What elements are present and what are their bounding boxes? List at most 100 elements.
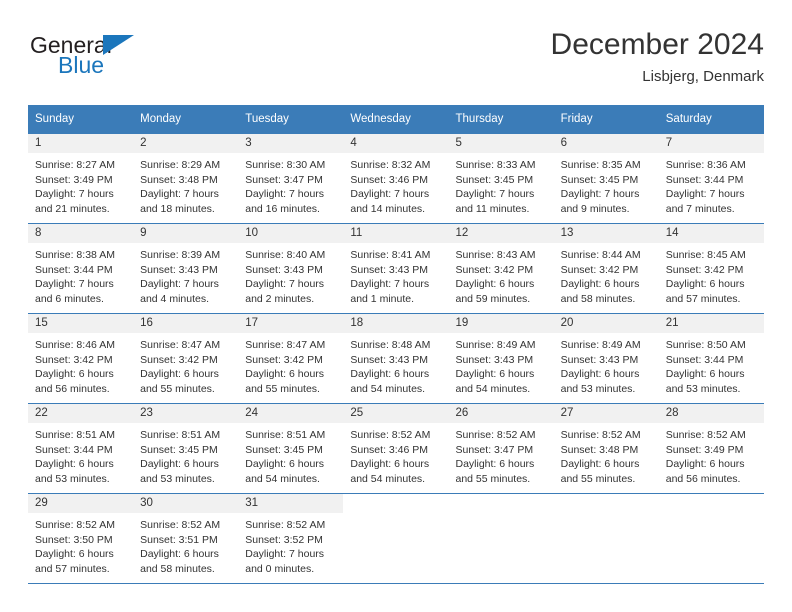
day-cell[interactable]: 19 Sunrise: 8:49 AM Sunset: 3:43 PM Dayligh…: [448, 313, 554, 404]
day-number: 30: [133, 494, 239, 513]
sunrise-text: Sunrise: 8:27 AM: [35, 159, 115, 171]
daylight-text-line1: Daylight: 6 hours: [35, 458, 114, 471]
sunset-text: Sunset: 3:42 PM: [560, 263, 639, 276]
day-cell[interactable]: 31 Sunrise: 8:52 AM Sunset: 3:52 PM Dayligh…: [238, 493, 344, 584]
daylight-text-line1: Daylight: 6 hours: [140, 368, 219, 381]
day-cell[interactable]: 28 Sunrise: 8:52 AM Sunset: 3:49 PM Dayligh…: [658, 403, 764, 494]
day-cell[interactable]: 16 Sunrise: 8:47 AM Sunset: 3:42 PM Dayligh…: [133, 313, 239, 404]
daylight-text-line2: and 21 minutes.: [35, 202, 110, 215]
daylight-text-line2: and 11 minutes.: [455, 202, 530, 215]
sunset-text: Sunset: 3:51 PM: [140, 533, 218, 546]
day-cell[interactable]: 21 Sunrise: 8:50 AM Sunset: 3:44 PM Dayligh…: [658, 313, 764, 404]
day-cell[interactable]: 4 Sunrise: 8:32 AM Sunset: 3:46 PM Daylight…: [343, 133, 449, 224]
daylight-text-line1: Daylight: 7 hours: [350, 188, 430, 201]
daylight-text-line1: Daylight: 6 hours: [140, 548, 219, 561]
daylight-text-line1: Daylight: 6 hours: [245, 368, 325, 381]
day-cell[interactable]: 24 Sunrise: 8:51 AM Sunset: 3:45 PM Dayligh…: [238, 403, 344, 494]
daylight-text-line1: Daylight: 7 hours: [350, 278, 430, 291]
week-row: 8 Sunrise: 8:38 AM Sunset: 3:44 PM Daylight…: [28, 223, 764, 314]
day-details: Sunrise: 8:43 AM Sunset: 3:42 PM Daylight:…: [449, 243, 554, 306]
day-cell[interactable]: 15 Sunrise: 8:46 AM Sunset: 3:42 PM Dayligh…: [28, 313, 134, 404]
daylight-text-line1: Daylight: 6 hours: [245, 458, 325, 471]
page-subtitle: Lisbjerg, Denmark: [642, 68, 764, 85]
weekday-header-monday: Monday: [133, 105, 239, 134]
day-cell[interactable]: 20 Sunrise: 8:49 AM Sunset: 3:43 PM Dayligh…: [553, 313, 659, 404]
sunrise-text: Sunrise: 8:40 AM: [245, 249, 326, 261]
day-cell[interactable]: 26 Sunrise: 8:52 AM Sunset: 3:47 PM Dayligh…: [448, 403, 554, 494]
sunrise-text: Sunrise: 8:49 AM: [560, 339, 641, 351]
day-cell[interactable]: 17 Sunrise: 8:47 AM Sunset: 3:42 PM Dayligh…: [238, 313, 344, 404]
day-number: 24: [238, 404, 344, 423]
weekday-header-friday: Friday: [553, 105, 659, 134]
sunrise-text: Sunrise: 8:51 AM: [140, 429, 221, 441]
day-number: 12: [448, 224, 554, 243]
day-cell[interactable]: 3 Sunrise: 8:30 AM Sunset: 3:47 PM Daylight…: [238, 133, 344, 224]
sunrise-text: Sunrise: 8:52 AM: [665, 429, 746, 441]
calendar-table: Sunday Monday Tuesday Wednesday Thursday…: [28, 105, 764, 584]
daylight-text-line2: and 58 minutes.: [140, 562, 215, 575]
day-cell[interactable]: 29 Sunrise: 8:52 AM Sunset: 3:50 PM Dayligh…: [28, 493, 134, 584]
page-title: December 2024: [550, 28, 764, 61]
day-number: 28: [658, 404, 764, 423]
day-cell[interactable]: 23 Sunrise: 8:51 AM Sunset: 3:45 PM Dayligh…: [133, 403, 239, 494]
day-cell[interactable]: 25 Sunrise: 8:52 AM Sunset: 3:46 PM Dayligh…: [343, 403, 449, 494]
day-cell-empty: [448, 493, 554, 584]
day-details: Sunrise: 8:51 AM Sunset: 3:44 PM Daylight:…: [28, 423, 133, 486]
day-cell[interactable]: 9 Sunrise: 8:39 AM Sunset: 3:43 PM Daylight…: [133, 223, 239, 314]
sunrise-text: Sunrise: 8:52 AM: [560, 429, 641, 441]
daylight-text-line2: and 55 minutes.: [455, 472, 531, 485]
daylight-text-line2: and 56 minutes.: [665, 472, 741, 485]
logo-triangle-icon: [103, 35, 134, 55]
day-cell[interactable]: 30 Sunrise: 8:52 AM Sunset: 3:51 PM Dayligh…: [133, 493, 239, 584]
daylight-text-line1: Daylight: 7 hours: [140, 278, 219, 291]
day-details: Sunrise: 8:52 AM Sunset: 3:52 PM Daylight:…: [238, 513, 343, 576]
day-cell[interactable]: 11 Sunrise: 8:41 AM Sunset: 3:43 PM Dayligh…: [343, 223, 449, 314]
day-details: Sunrise: 8:50 AM Sunset: 3:44 PM Daylight:…: [659, 333, 764, 396]
sunset-text: Sunset: 3:44 PM: [35, 443, 113, 456]
day-cell[interactable]: 6 Sunrise: 8:35 AM Sunset: 3:45 PM Daylight…: [553, 133, 659, 224]
sunrise-text: Sunrise: 8:32 AM: [350, 159, 431, 171]
day-number: 7: [658, 134, 764, 153]
day-cell[interactable]: 7 Sunrise: 8:36 AM Sunset: 3:44 PM Daylight…: [658, 133, 764, 224]
day-cell[interactable]: 8 Sunrise: 8:38 AM Sunset: 3:44 PM Daylight…: [28, 223, 134, 314]
sunrise-text: Sunrise: 8:52 AM: [35, 519, 115, 531]
day-cell[interactable]: 14 Sunrise: 8:45 AM Sunset: 3:42 PM Dayligh…: [658, 223, 764, 314]
page-header: General Blue December 2024 Lisbjerg, Den…: [28, 26, 764, 98]
daylight-text-line2: and 2 minutes.: [245, 292, 315, 305]
daylight-text-line2: and 55 minutes.: [140, 382, 215, 395]
day-cell[interactable]: 12 Sunrise: 8:43 AM Sunset: 3:42 PM Dayligh…: [448, 223, 554, 314]
daylight-text-line1: Daylight: 6 hours: [665, 458, 745, 471]
day-cell[interactable]: 13 Sunrise: 8:44 AM Sunset: 3:42 PM Dayligh…: [553, 223, 659, 314]
week-row: 15 Sunrise: 8:46 AM Sunset: 3:42 PM Dayligh…: [28, 313, 764, 404]
sunrise-text: Sunrise: 8:47 AM: [140, 339, 221, 351]
day-number: 22: [28, 404, 134, 423]
day-cell[interactable]: 22 Sunrise: 8:51 AM Sunset: 3:44 PM Dayligh…: [28, 403, 134, 494]
day-cell[interactable]: 1 Sunrise: 8:27 AM Sunset: 3:49 PM Daylight…: [28, 133, 134, 224]
day-cell[interactable]: 10 Sunrise: 8:40 AM Sunset: 3:43 PM Dayligh…: [238, 223, 344, 314]
daylight-text-line2: and 6 minutes.: [35, 292, 104, 305]
sunset-text: Sunset: 3:49 PM: [665, 443, 744, 456]
sunset-text: Sunset: 3:46 PM: [350, 443, 429, 456]
day-cell[interactable]: 2 Sunrise: 8:29 AM Sunset: 3:48 PM Daylight…: [133, 133, 239, 224]
sunrise-text: Sunrise: 8:47 AM: [245, 339, 326, 351]
daylight-text-line1: Daylight: 7 hours: [560, 188, 640, 201]
day-cell[interactable]: 27 Sunrise: 8:52 AM Sunset: 3:48 PM Dayligh…: [553, 403, 659, 494]
day-cell[interactable]: 5 Sunrise: 8:33 AM Sunset: 3:45 PM Daylight…: [448, 133, 554, 224]
daylight-text-line2: and 18 minutes.: [140, 202, 215, 215]
day-details: Sunrise: 8:41 AM Sunset: 3:43 PM Daylight:…: [343, 243, 448, 306]
sunrise-text: Sunrise: 8:51 AM: [35, 429, 115, 441]
daylight-text-line1: Daylight: 7 hours: [35, 188, 114, 201]
day-number: 2: [133, 134, 239, 153]
sunrise-text: Sunrise: 8:50 AM: [665, 339, 746, 351]
daylight-text-line1: Daylight: 6 hours: [560, 368, 640, 381]
sunset-text: Sunset: 3:42 PM: [455, 263, 534, 276]
sunrise-text: Sunrise: 8:43 AM: [455, 249, 536, 261]
day-cell[interactable]: 18 Sunrise: 8:48 AM Sunset: 3:43 PM Dayligh…: [343, 313, 449, 404]
day-number: 10: [238, 224, 344, 243]
day-details: Sunrise: 8:46 AM Sunset: 3:42 PM Daylight:…: [28, 333, 133, 396]
daylight-text-line1: Daylight: 6 hours: [35, 368, 114, 381]
daylight-text-line1: Daylight: 7 hours: [455, 188, 535, 201]
day-details: Sunrise: 8:38 AM Sunset: 3:44 PM Daylight:…: [28, 243, 133, 306]
daylight-text-line2: and 54 minutes.: [350, 382, 426, 395]
day-number: [554, 494, 659, 513]
